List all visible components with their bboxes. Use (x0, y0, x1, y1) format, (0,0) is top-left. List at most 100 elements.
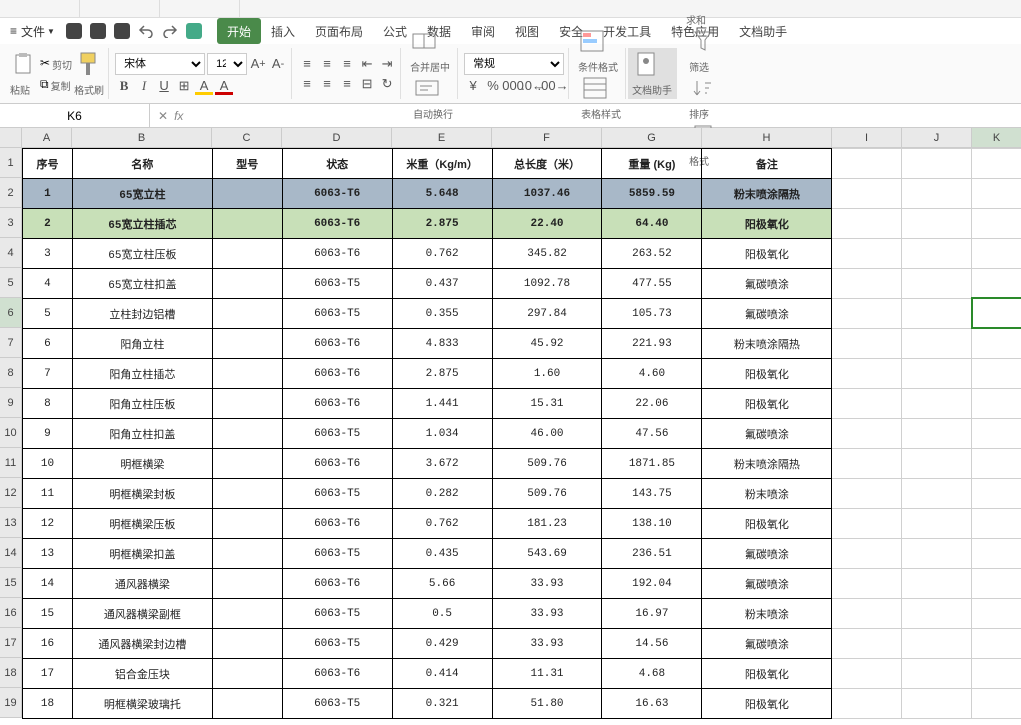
cell[interactable]: 4 (23, 269, 73, 299)
cell[interactable] (972, 479, 1021, 509)
row-header[interactable]: 10 (0, 418, 22, 448)
cell[interactable]: 46.00 (492, 419, 602, 449)
currency-icon[interactable]: ¥ (464, 77, 482, 95)
cell[interactable]: 阳极氧化 (702, 659, 832, 689)
cell[interactable]: 铝合金压块 (72, 659, 212, 689)
cell[interactable]: 阳角立柱扣盖 (72, 419, 212, 449)
cell[interactable] (832, 419, 902, 449)
cell[interactable]: 6063-T5 (282, 299, 392, 329)
cell[interactable]: 0.762 (392, 509, 492, 539)
cell[interactable]: 氟碳喷涂 (702, 299, 832, 329)
cell[interactable]: 氟碳喷涂 (702, 539, 832, 569)
cell[interactable] (212, 689, 282, 719)
cell[interactable]: 221.93 (602, 329, 702, 359)
cell[interactable]: 名称 (72, 149, 212, 179)
table-style-icon[interactable] (581, 74, 609, 102)
percent-icon[interactable]: % (484, 77, 502, 95)
indent-decrease-icon[interactable]: ⇤ (358, 55, 376, 73)
cell[interactable] (212, 449, 282, 479)
cell[interactable] (902, 449, 972, 479)
column-header[interactable]: J (902, 128, 972, 148)
cell[interactable]: 阳角立柱 (72, 329, 212, 359)
align-middle-icon[interactable]: ≡ (318, 55, 336, 73)
cell[interactable] (212, 599, 282, 629)
cell[interactable]: 1 (23, 179, 73, 209)
cell[interactable] (902, 689, 972, 719)
cell[interactable] (902, 359, 972, 389)
cell[interactable]: 5859.59 (602, 179, 702, 209)
bold-button[interactable]: B (115, 77, 133, 95)
cell[interactable]: 33.93 (492, 599, 602, 629)
cell[interactable]: 181.23 (492, 509, 602, 539)
tab-review[interactable]: 审阅 (461, 18, 505, 44)
cell[interactable] (972, 569, 1021, 599)
cell[interactable] (972, 389, 1021, 419)
fill-color-button[interactable]: A (195, 77, 213, 95)
cell[interactable] (972, 299, 1021, 329)
cell[interactable]: 阳极氧化 (702, 239, 832, 269)
cell[interactable]: 6063-T5 (282, 629, 392, 659)
cell[interactable] (902, 479, 972, 509)
cell[interactable] (972, 179, 1021, 209)
column-header[interactable]: G (602, 128, 702, 148)
quick-print-icon[interactable] (90, 23, 106, 39)
cell[interactable]: 0.321 (392, 689, 492, 719)
cell[interactable]: 0.414 (392, 659, 492, 689)
column-header[interactable]: F (492, 128, 602, 148)
filter-icon[interactable] (689, 27, 717, 55)
cell[interactable]: 6063-T5 (282, 269, 392, 299)
cell[interactable] (212, 209, 282, 239)
cell[interactable]: 16 (23, 629, 73, 659)
cell[interactable]: 明框横梁压板 (72, 509, 212, 539)
row-header[interactable]: 8 (0, 358, 22, 388)
cell[interactable]: 粉末喷涂隔热 (702, 329, 832, 359)
row-header[interactable]: 17 (0, 628, 22, 658)
cell[interactable]: 0.437 (392, 269, 492, 299)
row-header[interactable]: 11 (0, 448, 22, 478)
cell[interactable]: 1092.78 (492, 269, 602, 299)
paste-icon[interactable] (10, 50, 38, 78)
cell[interactable] (212, 659, 282, 689)
cell[interactable]: 通风器横梁 (72, 569, 212, 599)
cell[interactable] (832, 239, 902, 269)
row-header[interactable]: 5 (0, 268, 22, 298)
cell[interactable]: 15.31 (492, 389, 602, 419)
cell[interactable]: 2 (23, 209, 73, 239)
cell[interactable]: 总长度（米） (492, 149, 602, 179)
cell[interactable] (972, 329, 1021, 359)
cell[interactable]: 11.31 (492, 659, 602, 689)
indent-increase-icon[interactable]: ⇥ (378, 55, 396, 73)
sum-icon[interactable]: Σ (686, 0, 714, 8)
decrease-font-icon[interactable]: A- (269, 55, 287, 73)
cell[interactable] (902, 239, 972, 269)
column-header[interactable]: C (212, 128, 282, 148)
row-header[interactable]: 3 (0, 208, 22, 238)
undo-icon[interactable] (138, 24, 154, 38)
cell[interactable]: 状态 (282, 149, 392, 179)
title-tab[interactable] (160, 0, 240, 17)
cell[interactable]: 序号 (23, 149, 73, 179)
cell[interactable]: 1.034 (392, 419, 492, 449)
cell[interactable] (212, 509, 282, 539)
cell[interactable] (972, 539, 1021, 569)
row-header[interactable]: 12 (0, 478, 22, 508)
cell[interactable] (972, 689, 1021, 719)
cell[interactable]: 10 (23, 449, 73, 479)
cell[interactable]: 0.282 (392, 479, 492, 509)
cell[interactable] (832, 359, 902, 389)
row-header[interactable]: 9 (0, 388, 22, 418)
font-size-select[interactable]: 12 (207, 53, 247, 75)
merge-center-icon[interactable] (410, 27, 438, 55)
cell[interactable] (972, 659, 1021, 689)
cell[interactable]: 11 (23, 479, 73, 509)
orientation-icon[interactable]: ↻ (378, 75, 396, 93)
cell[interactable]: 6063-T6 (282, 239, 392, 269)
align-left-icon[interactable]: ≡ (298, 75, 316, 93)
cut-button[interactable]: ✂剪切 (40, 55, 72, 72)
cell[interactable] (832, 209, 902, 239)
cell[interactable] (212, 329, 282, 359)
cell[interactable]: 14 (23, 569, 73, 599)
cell[interactable]: 粉末喷涂 (702, 599, 832, 629)
cell[interactable] (832, 329, 902, 359)
cell[interactable]: 263.52 (602, 239, 702, 269)
